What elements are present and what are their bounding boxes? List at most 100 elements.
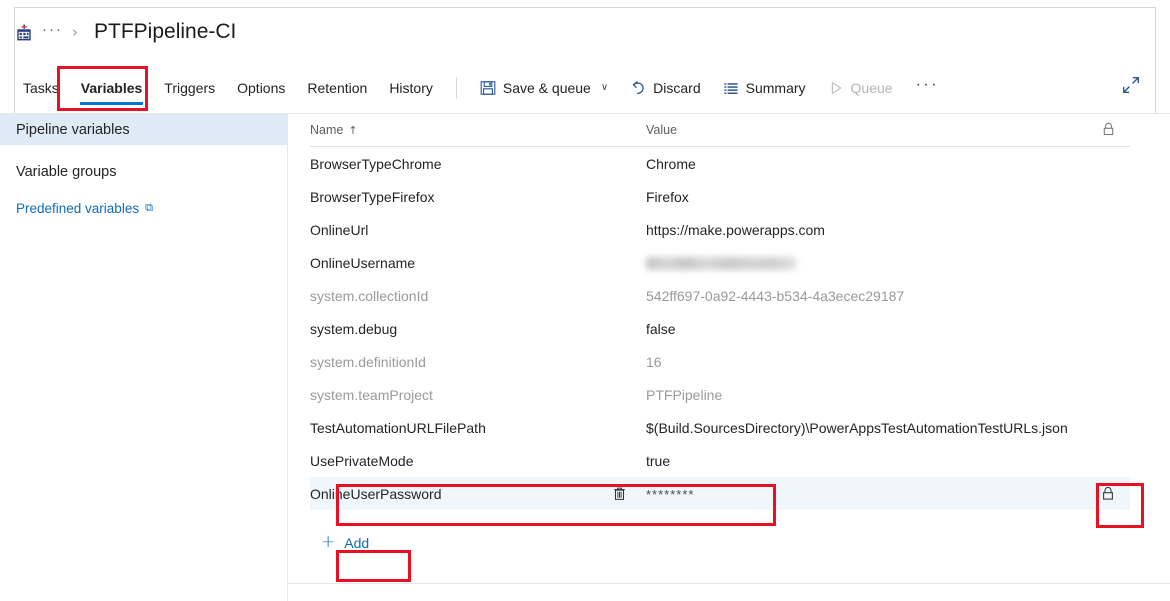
variable-name-cell: system.teamProject [310, 387, 646, 403]
variables-grid-panel: Name ↑ Value BrowserTypeChrome Chrome Br… [288, 114, 1170, 601]
variable-name-cell: OnlineUserPassword [310, 483, 646, 505]
table-row[interactable]: BrowserTypeChrome Chrome [310, 147, 1130, 180]
variable-lock-cell[interactable] [1086, 481, 1130, 507]
variable-value-cell[interactable]: true [646, 453, 1086, 469]
grid-header-row: Name ↑ Value [310, 114, 1130, 147]
sidebar-item-variable-groups-label: Variable groups [16, 164, 117, 180]
plus-icon: + [321, 532, 336, 552]
table-row[interactable]: UsePrivateMode true [310, 444, 1130, 477]
chevron-down-icon[interactable]: ∨ [601, 82, 608, 93]
tab-triggers[interactable]: Triggers [153, 62, 226, 114]
variable-value-cell: PTFPipeline [646, 387, 1086, 403]
variable-name-text: UsePrivateMode [310, 452, 414, 469]
summary-button[interactable]: Summary [714, 74, 815, 102]
tab-options[interactable]: Options [226, 62, 296, 114]
add-button[interactable]: + Add [310, 528, 382, 557]
more-commands-button[interactable]: ··· [906, 76, 949, 100]
grid-bottom-divider [288, 583, 1170, 584]
expand-icon [1122, 76, 1140, 99]
variable-value-cell[interactable]: Firefox [646, 189, 1086, 205]
variable-name-text: TestAutomationURLFilePath [310, 419, 486, 436]
variable-value-cell[interactable]: Chrome [646, 156, 1086, 172]
variable-name-cell: OnlineUrl [310, 222, 646, 238]
tab-tasks-label: Tasks [23, 79, 59, 96]
tab-history[interactable]: History [378, 62, 444, 114]
trash-icon[interactable] [608, 483, 630, 505]
variable-name-cell: OnlineUsername [310, 255, 646, 271]
table-row-selected[interactable]: OnlineUserPassword ******** [310, 477, 1130, 510]
expand-view-button[interactable] [1118, 75, 1144, 101]
variable-value-text: Firefox [646, 188, 689, 205]
variable-name-cell: system.collectionId [310, 288, 646, 304]
discard-label: Discard [653, 79, 701, 96]
external-link-icon: ⧉ [145, 201, 153, 214]
variable-name-text: system.teamProject [310, 386, 433, 403]
tab-retention-label: Retention [307, 79, 368, 96]
sidebar-item-variable-groups[interactable]: Variable groups [0, 157, 287, 187]
add-variable-row: + Add [288, 528, 1150, 557]
save-and-queue-button[interactable]: Save & queue ∨ [471, 74, 617, 102]
discard-button[interactable]: Discard [621, 74, 709, 102]
variable-name-cell: BrowserTypeChrome [310, 156, 646, 172]
sidebar-item-pipeline-variables-label: Pipeline variables [16, 121, 130, 138]
variables-sidebar: Pipeline variables Variable groups Prede… [0, 114, 288, 601]
table-row[interactable]: system.definitionId 16 [310, 345, 1130, 378]
variable-name-cell: system.debug [310, 321, 646, 337]
predefined-variables-link[interactable]: Predefined variables ⧉ [0, 193, 287, 223]
table-row[interactable]: TestAutomationURLFilePath $(Build.Source… [310, 411, 1130, 444]
variable-value-text: 542ff697-0a92-4443-b534-4a3ecec29187 [646, 287, 905, 304]
variable-value-text: true [646, 452, 671, 469]
sidebar-item-pipeline-variables[interactable]: Pipeline variables [0, 114, 287, 145]
variable-value-cell[interactable] [646, 255, 1086, 271]
variable-value-cell: 542ff697-0a92-4443-b534-4a3ecec29187 [646, 288, 1086, 304]
tab-variables[interactable]: Variables [70, 62, 154, 114]
command-bar-divider [455, 76, 457, 99]
column-header-value[interactable]: Value [646, 123, 1086, 137]
variable-value-cell[interactable]: https://make.powerapps.com [646, 222, 1086, 238]
save-icon [480, 80, 496, 96]
page-title: PTFPipeline-CI [94, 20, 237, 43]
variable-name-text: OnlineUrl [310, 221, 369, 238]
play-icon [828, 80, 844, 96]
column-header-value-label: Value [646, 123, 678, 137]
table-row[interactable]: OnlineUsername [310, 246, 1130, 279]
variable-value-cell[interactable]: ******** [646, 486, 1086, 502]
table-row[interactable]: OnlineUrl https://make.powerapps.com [310, 213, 1130, 246]
masked-password-value: ******** [646, 486, 695, 502]
save-and-queue-label: Save & queue [502, 79, 591, 96]
variable-name-cell: UsePrivateMode [310, 453, 646, 469]
add-button-label: Add [344, 534, 370, 551]
variable-name-text: system.debug [310, 320, 398, 337]
lock-toggle-icon[interactable] [1095, 481, 1121, 507]
queue-label: Queue [850, 79, 893, 96]
table-row[interactable]: BrowserTypeFirefox Firefox [310, 180, 1130, 213]
sort-ascending-icon: ↑ [348, 123, 358, 137]
breadcrumb-ellipsis[interactable]: ··· [42, 22, 63, 42]
variable-name-text: system.definitionId [310, 353, 426, 370]
tab-history-label: History [389, 79, 433, 96]
breadcrumb: ··· › PTFPipeline-CI [16, 10, 236, 54]
variable-value-text: PTFPipeline [646, 386, 723, 403]
variable-name-text: system.collectionId [310, 287, 429, 304]
table-row[interactable]: system.teamProject PTFPipeline [310, 378, 1130, 411]
variable-name-text: OnlineUsername [310, 254, 416, 271]
undo-icon [630, 80, 646, 96]
variable-value-cell[interactable]: $(Build.SourcesDirectory)\PowerAppsTestA… [646, 420, 1086, 436]
variable-name-cell: BrowserTypeFirefox [310, 189, 646, 205]
variable-name-text: BrowserTypeChrome [310, 155, 442, 172]
variable-value-text: 16 [646, 353, 662, 370]
variable-value-cell: 16 [646, 354, 1086, 370]
tab-retention[interactable]: Retention [296, 62, 378, 114]
variable-value-text: https://make.powerapps.com [646, 221, 825, 238]
lock-icon [1102, 122, 1115, 139]
queue-button: Queue [819, 74, 902, 102]
build-pipeline-icon [16, 24, 33, 41]
table-row[interactable]: system.debug false [310, 312, 1130, 345]
variable-value-cell[interactable]: false [646, 321, 1086, 337]
table-row[interactable]: system.collectionId 542ff697-0a92-4443-b… [310, 279, 1130, 312]
tab-tasks[interactable]: Tasks [12, 62, 70, 114]
tab-strip: Tasks Variables Triggers Options Retenti… [0, 62, 444, 114]
command-bar: Tasks Variables Triggers Options Retenti… [0, 62, 1170, 114]
column-header-name[interactable]: Name ↑ [310, 123, 646, 137]
variables-grid: Name ↑ Value BrowserTypeChrome Chrome Br… [288, 114, 1150, 510]
